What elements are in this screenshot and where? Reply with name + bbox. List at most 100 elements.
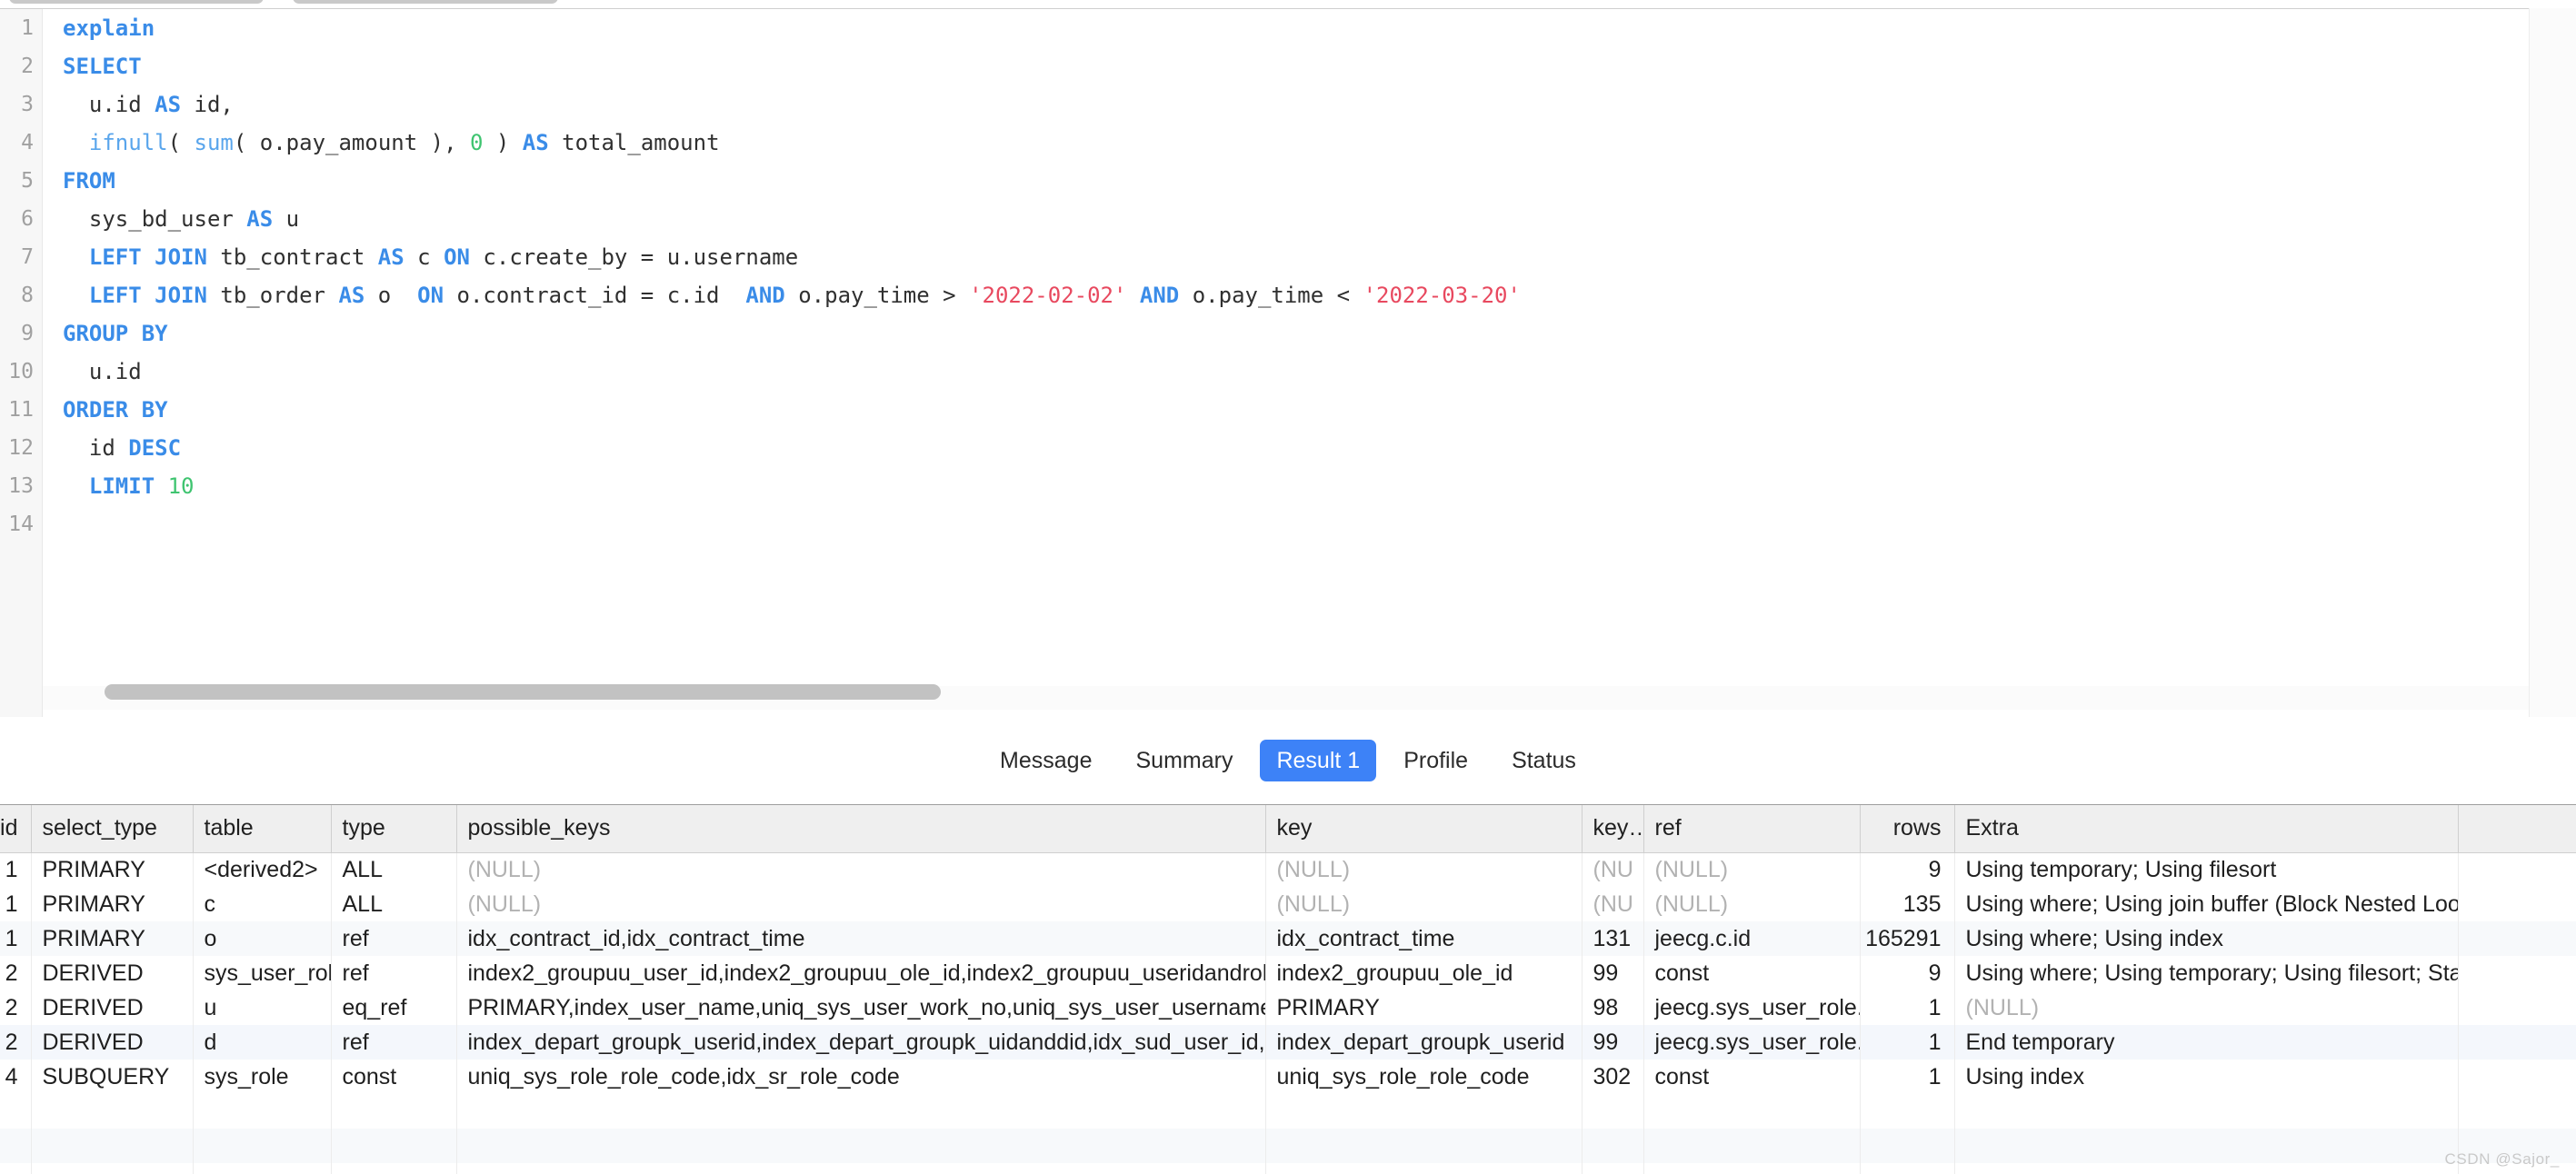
cell-rows[interactable]: 135: [1860, 887, 1955, 921]
cell-rows[interactable]: 165291: [1860, 921, 1955, 956]
cell-empty[interactable]: [331, 1129, 457, 1163]
table-row[interactable]: 1 PRIMARY c ALL (NULL) (NULL) (NU (NULL) 135 Usin…: [0, 887, 2576, 921]
cell-empty[interactable]: [1582, 1094, 1644, 1129]
cell-key[interactable]: (NULL): [1265, 887, 1583, 921]
cell-ref[interactable]: jeecg.c.id: [1643, 921, 1861, 956]
cell-key[interactable]: index_depart_groupk_userid: [1265, 1025, 1583, 1060]
column-header-select_type[interactable]: select_type: [31, 805, 194, 853]
cell-type[interactable]: eq_ref: [331, 990, 457, 1025]
cell-possible_keys[interactable]: uniq_sys_role_role_code,idx_sr_role_code: [456, 1060, 1266, 1094]
column-header-type[interactable]: type: [331, 805, 457, 853]
cell-key_len[interactable]: 99: [1582, 956, 1644, 990]
cell-empty[interactable]: [1582, 1129, 1644, 1163]
table-row[interactable]: 2 DERIVED u eq_ref PRIMARY,index_user_name,u…: [0, 990, 2576, 1025]
cell-ref[interactable]: jeecg.sys_user_role.u: [1643, 1025, 1861, 1060]
column-header-ref[interactable]: ref: [1643, 805, 1861, 853]
cell-empty[interactable]: [1860, 1163, 1955, 1174]
cell-empty[interactable]: [2458, 1094, 2576, 1129]
cell-extra[interactable]: Using where; Using index: [1954, 921, 2459, 956]
table-row[interactable]: 2 DERIVED d ref index_depart_groupk_userid,i…: [0, 1025, 2576, 1060]
cell-empty[interactable]: [1643, 1094, 1861, 1129]
table-row-empty[interactable]: [0, 1094, 2576, 1129]
cell-empty[interactable]: [1954, 1094, 2459, 1129]
cell-spare[interactable]: [2458, 956, 2576, 990]
cell-type[interactable]: ref: [331, 956, 457, 990]
editor-horizontal-scrollbar-track[interactable]: [43, 684, 2529, 710]
cell-key_len[interactable]: 98: [1582, 990, 1644, 1025]
cell-extra[interactable]: Using where; Using join buffer (Block Ne…: [1954, 887, 2459, 921]
cell-spare[interactable]: [2458, 1060, 2576, 1094]
editor-tab-stub-1[interactable]: [9, 0, 264, 4]
editor-tab-stub-2[interactable]: [293, 0, 558, 4]
cell-key_len[interactable]: 131: [1582, 921, 1644, 956]
cell-ref[interactable]: (NULL): [1643, 887, 1861, 921]
cell-ref[interactable]: const: [1643, 1060, 1861, 1094]
editor-vertical-scrollbar-track[interactable]: [2529, 8, 2576, 717]
column-header-rows[interactable]: rows: [1860, 805, 1955, 853]
cell-spare[interactable]: [2458, 990, 2576, 1025]
cell-possible_keys[interactable]: PRIMARY,index_user_name,uniq_sys_user_wo…: [456, 990, 1266, 1025]
cell-table[interactable]: sys_user_role: [193, 956, 332, 990]
cell-empty[interactable]: [193, 1094, 332, 1129]
cell-select_type[interactable]: DERIVED: [31, 956, 194, 990]
cell-empty[interactable]: [1860, 1094, 1955, 1129]
cell-table[interactable]: d: [193, 1025, 332, 1060]
cell-type[interactable]: const: [331, 1060, 457, 1094]
explain-result-grid[interactable]: id select_type table type possible_keys key ke…: [0, 804, 2576, 1174]
cell-empty[interactable]: [31, 1129, 194, 1163]
cell-type[interactable]: ALL: [331, 887, 457, 921]
cell-rows[interactable]: 1: [1860, 1025, 1955, 1060]
cell-spare[interactable]: [2458, 921, 2576, 956]
cell-empty[interactable]: [0, 1094, 32, 1129]
column-header-spare[interactable]: [2458, 805, 2576, 853]
cell-ref[interactable]: (NULL): [1643, 852, 1861, 887]
cell-table[interactable]: sys_role: [193, 1060, 332, 1094]
cell-extra[interactable]: Using index: [1954, 1060, 2459, 1094]
cell-possible_keys[interactable]: idx_contract_id,idx_contract_time: [456, 921, 1266, 956]
cell-rows[interactable]: 1: [1860, 990, 1955, 1025]
cell-empty[interactable]: [0, 1163, 32, 1174]
table-row[interactable]: 2 DERIVED sys_user_role ref index2_groupuu_u…: [0, 956, 2576, 990]
cell-empty[interactable]: [456, 1163, 1266, 1174]
cell-empty[interactable]: [1265, 1094, 1583, 1129]
cell-spare[interactable]: [2458, 887, 2576, 921]
cell-empty[interactable]: [1954, 1163, 2459, 1174]
cell-extra[interactable]: (NULL): [1954, 990, 2459, 1025]
editor-horizontal-scrollbar-thumb[interactable]: [105, 684, 941, 700]
cell-select_type[interactable]: DERIVED: [31, 1025, 194, 1060]
cell-empty[interactable]: [1954, 1129, 2459, 1163]
cell-table[interactable]: <derived2>: [193, 852, 332, 887]
cell-id[interactable]: 4: [0, 1060, 32, 1094]
cell-id[interactable]: 2: [0, 990, 32, 1025]
cell-id[interactable]: 2: [0, 1025, 32, 1060]
cell-key[interactable]: PRIMARY: [1265, 990, 1583, 1025]
cell-rows[interactable]: 1: [1860, 1060, 1955, 1094]
cell-key[interactable]: idx_contract_time: [1265, 921, 1583, 956]
result-tab-result-1[interactable]: Result 1: [1260, 740, 1377, 781]
cell-key_len[interactable]: (NU: [1582, 852, 1644, 887]
cell-empty[interactable]: [0, 1129, 32, 1163]
cell-spare[interactable]: [2458, 852, 2576, 887]
cell-key_len[interactable]: (NU: [1582, 887, 1644, 921]
cell-extra[interactable]: Using where; Using temporary; Using file…: [1954, 956, 2459, 990]
cell-select_type[interactable]: PRIMARY: [31, 921, 194, 956]
table-row[interactable]: 1 PRIMARY o ref idx_contract_id,idx_contract…: [0, 921, 2576, 956]
cell-empty[interactable]: [31, 1163, 194, 1174]
cell-empty[interactable]: [193, 1163, 332, 1174]
cell-id[interactable]: 1: [0, 921, 32, 956]
cell-key[interactable]: index2_groupuu_ole_id: [1265, 956, 1583, 990]
column-header-extra[interactable]: Extra: [1954, 805, 2459, 853]
cell-table[interactable]: u: [193, 990, 332, 1025]
cell-empty[interactable]: [456, 1094, 1266, 1129]
cell-possible_keys[interactable]: (NULL): [456, 852, 1266, 887]
result-tab-status[interactable]: Status: [1495, 740, 1593, 781]
cell-possible_keys[interactable]: (NULL): [456, 887, 1266, 921]
cell-spare[interactable]: [2458, 1025, 2576, 1060]
sql-editor[interactable]: 1 2 3 4 5 6 7 8 9 10 11 12 13 14 explain SELECT u.id A…: [0, 8, 2576, 717]
cell-id[interactable]: 1: [0, 887, 32, 921]
cell-empty[interactable]: [456, 1129, 1266, 1163]
table-row[interactable]: 4 SUBQUERY sys_role const uniq_sys_role_role…: [0, 1060, 2576, 1094]
column-header-id[interactable]: id: [0, 805, 32, 853]
cell-extra[interactable]: Using temporary; Using filesort: [1954, 852, 2459, 887]
cell-empty[interactable]: [1582, 1163, 1644, 1174]
